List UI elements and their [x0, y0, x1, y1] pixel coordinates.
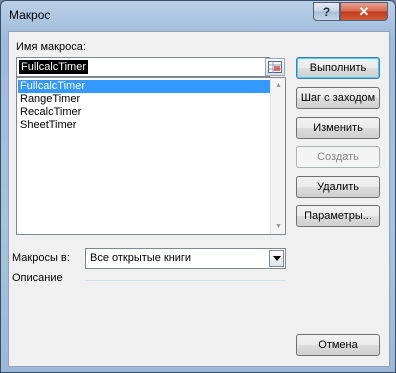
macro-name-input[interactable]: FullcalcTimer — [16, 57, 270, 77]
dropdown-button[interactable] — [269, 250, 284, 267]
macros-in-label: Макросы в: — [12, 252, 70, 264]
chevron-down-icon — [272, 256, 281, 261]
scroll-down-arrow-icon[interactable]: ▼ — [271, 219, 286, 234]
scroll-up-arrow-icon[interactable]: ▲ — [271, 78, 286, 93]
range-select-icon — [268, 61, 282, 73]
run-button[interactable]: Выполнить — [296, 57, 380, 79]
close-button[interactable]: ✕ — [340, 2, 388, 21]
description-text — [85, 280, 286, 281]
edit-button[interactable]: Изменить — [296, 117, 380, 139]
help-button[interactable]: ? — [313, 2, 340, 21]
macro-dialog: Макрос ? ✕ Имя макроса: FullcalcTimer Fu… — [0, 0, 396, 373]
dialog-body: Имя макроса: FullcalcTimer FullcalcTimer… — [8, 31, 390, 367]
options-button[interactable]: Параметры... — [296, 205, 380, 227]
create-button: Создать — [296, 146, 380, 168]
macros-in-value: Все открытые книги — [90, 252, 192, 264]
cancel-button[interactable]: Отмена — [296, 334, 380, 356]
macro-name-label: Имя макроса: — [16, 41, 86, 53]
description-label: Описание — [12, 272, 63, 284]
delete-button[interactable]: Удалить — [296, 176, 380, 198]
dialog-title: Макрос — [9, 8, 51, 22]
list-item[interactable]: FullcalcTimer — [18, 80, 272, 93]
list-item[interactable]: RecalcTimer — [18, 106, 272, 119]
list-item[interactable]: SheetTimer — [18, 119, 272, 132]
title-bar[interactable]: Макрос ? ✕ — [1, 1, 395, 31]
macro-list[interactable]: FullcalcTimer RangeTimer RecalcTimer She… — [16, 77, 286, 235]
macro-name-value: FullcalcTimer — [19, 60, 88, 74]
range-select-button[interactable] — [265, 58, 285, 76]
macros-in-select[interactable]: Все открытые книги — [85, 248, 286, 269]
list-item[interactable]: RangeTimer — [18, 93, 272, 106]
step-into-button[interactable]: Шаг с заходом — [296, 87, 380, 109]
list-scrollbar[interactable]: ▲ ▼ — [270, 78, 285, 234]
